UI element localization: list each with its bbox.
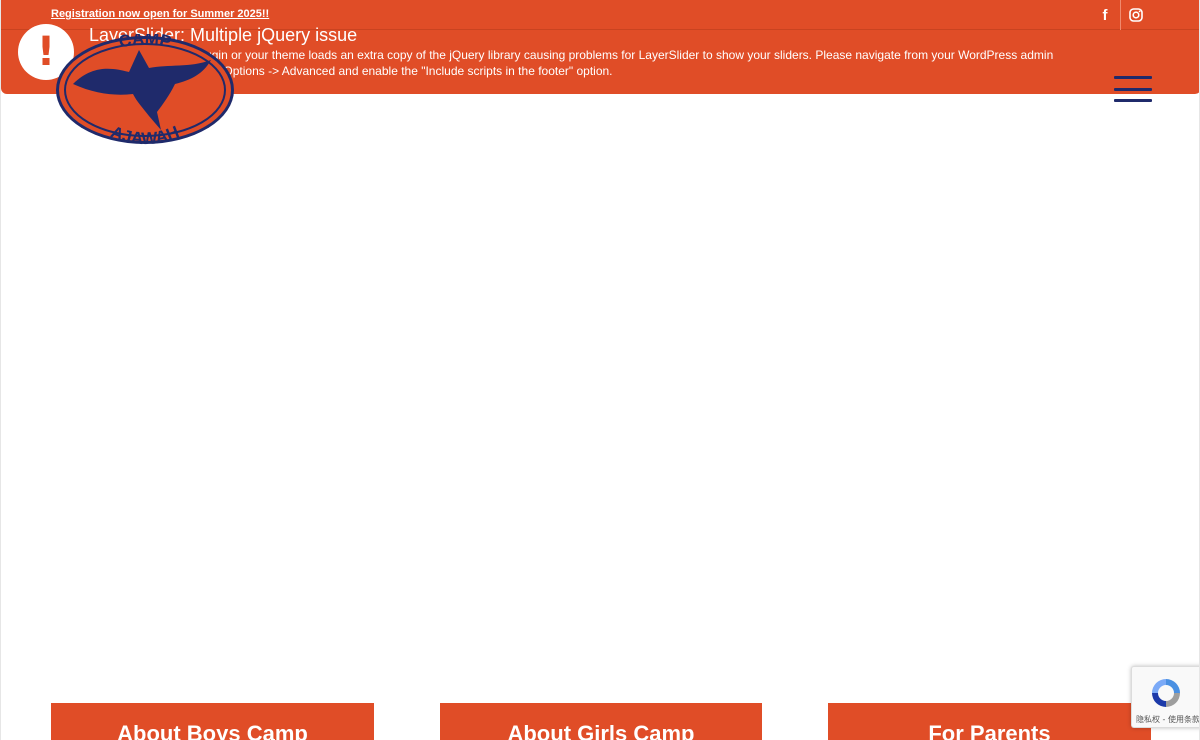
camp-ajawah-logo[interactable]: CAMP AJAWAH: [53, 34, 237, 146]
card-title: About Boys Camp: [117, 721, 308, 740]
instagram-icon: [1129, 8, 1143, 22]
card-title: For Parents: [928, 721, 1051, 740]
hamburger-menu-icon[interactable]: [1114, 76, 1152, 102]
facebook-link[interactable]: f: [1090, 0, 1120, 30]
facebook-icon: f: [1102, 6, 1108, 24]
recaptcha-badge[interactable]: 隐私权 - 使用条款: [1131, 666, 1199, 728]
social-links: f: [1090, 0, 1151, 30]
card-title: About Girls Camp: [507, 721, 695, 740]
recaptcha-terms[interactable]: 隐私权 - 使用条款: [1134, 714, 1199, 725]
card-about-girls-camp[interactable]: About Girls Camp: [440, 703, 762, 740]
page: Registration now open for Summer 2025!! …: [0, 0, 1200, 740]
instagram-link[interactable]: [1121, 0, 1151, 30]
hamburger-line: [1114, 87, 1152, 91]
card-for-parents[interactable]: For Parents: [828, 703, 1151, 740]
registration-link[interactable]: Registration now open for Summer 2025!!: [51, 8, 269, 20]
hamburger-line: [1114, 99, 1152, 102]
recaptcha-icon: [1152, 679, 1180, 707]
card-about-boys-camp[interactable]: About Boys Camp: [51, 703, 374, 740]
hamburger-line: [1114, 76, 1152, 79]
